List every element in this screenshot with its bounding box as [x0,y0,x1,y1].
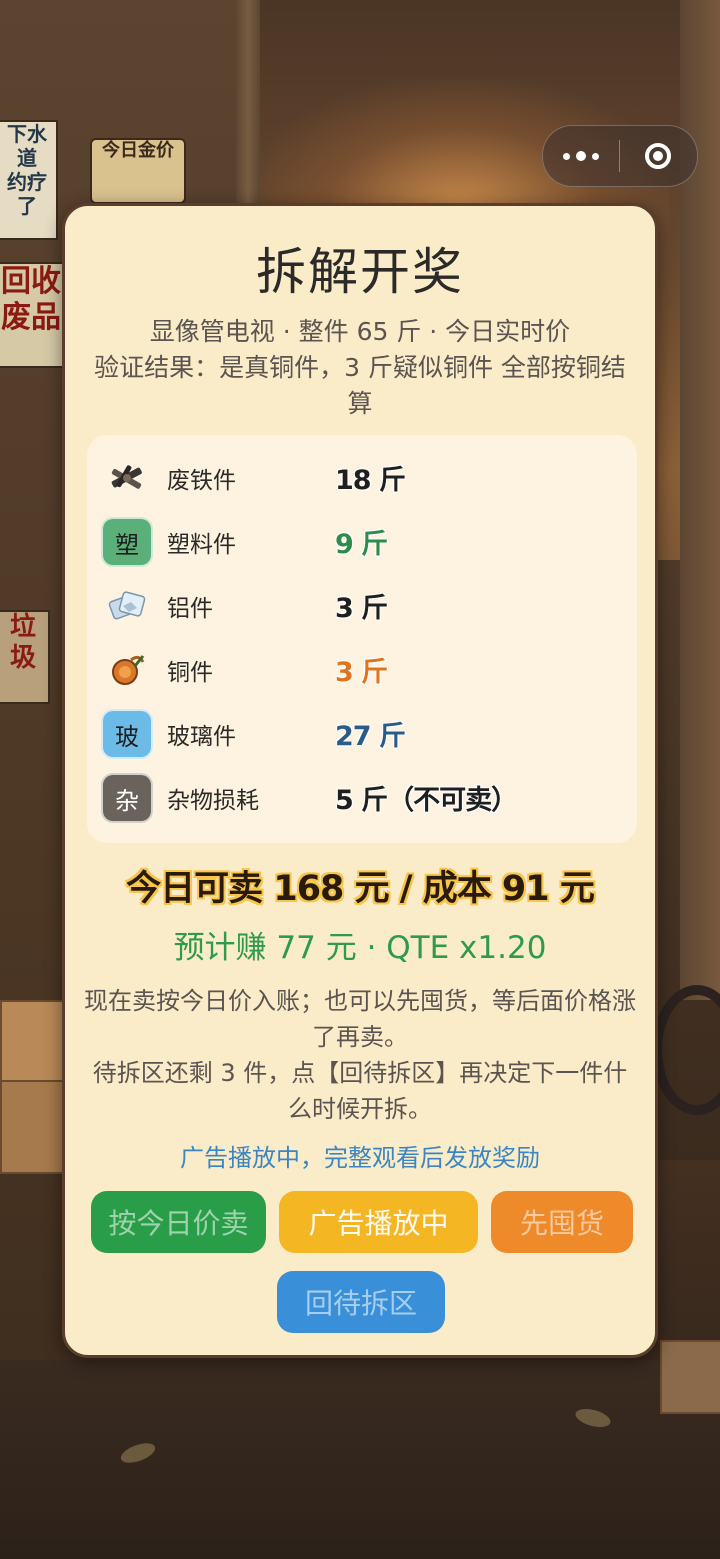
list-item: 废铁件 18 斤 [87,447,637,507]
list-item: 杂 杂物损耗 5 斤（不可卖） [87,767,637,827]
item-amount: 18 斤 [335,465,406,496]
scrap-iron-icon [101,453,153,503]
garbage-sign: 垃圾 [0,610,50,704]
item-name: 杂物损耗 [167,788,259,814]
description-line: 待拆区还剩 3 件，点【回待拆区】再决定下一件什么时候开拆。 [92,1059,628,1123]
item-name: 铝件 [167,596,213,622]
glass-badge-icon: 玻 [101,709,153,759]
aluminum-icon [101,581,153,631]
miniprogram-capsule [542,125,698,187]
subtitle-line: 验证结果：是真铜件，3 斤疑似铜件 全部按铜结算 [94,353,626,418]
item-name: 铜件 [167,660,213,686]
list-item: 塑 塑料件 9 斤 [87,511,637,571]
profit-estimate: 预计赚 77 元 · QTE x1.20 [173,930,547,966]
sewer-sign: 下水道 约疗了 [0,120,58,240]
parts-list: 废铁件 18 斤 塑 塑料件 9 斤 铝件 3 斤 铜件 3 斤 玻 玻璃件 2… [87,435,637,843]
recycle-sign: 回收 废品 [0,262,68,368]
close-circle-icon[interactable] [620,126,696,186]
ad-playing-button[interactable]: 广告播放中 [279,1191,478,1253]
more-dots-icon[interactable] [543,126,619,186]
description-line: 现在卖按今日价入账；也可以先囤货，等后面价格涨了再卖。 [84,987,636,1051]
ground [0,1360,720,1559]
plastic-badge-icon: 塑 [101,517,153,567]
item-name: 玻璃件 [167,724,236,750]
ad-tip: 广告播放中，完整观看后发放奖励 [180,1144,540,1172]
list-item: 铝件 3 斤 [87,575,637,635]
hoard-button[interactable]: 先囤货 [491,1191,633,1253]
item-amount: 27 斤 [335,721,406,752]
dismantle-result-modal: 拆解开奖 显像管电视 · 整件 65 斤 · 今日实时价 验证结果：是真铜件，3… [62,203,658,1358]
sale-summary: 今日可卖 168 元 / 成本 91 元 [126,869,595,909]
list-item: 玻 玻璃件 27 斤 [87,703,637,763]
modal-subtitle: 显像管电视 · 整件 65 斤 · 今日实时价 验证结果：是真铜件，3 斤疑似铜… [85,314,635,422]
back-to-queue-button[interactable]: 回待拆区 [277,1271,445,1333]
cardboard-box [0,1000,66,1086]
item-name: 废铁件 [167,468,236,494]
gold-price-sign: 今日金价 [90,138,186,204]
list-item: 铜件 3 斤 [87,639,637,699]
misc-badge-icon: 杂 [101,773,153,823]
item-name: 塑料件 [167,532,236,558]
copper-icon [101,645,153,695]
item-amount: 9 斤 [335,529,388,560]
item-amount: 5 斤（不可卖） [335,785,518,816]
item-amount: 3 斤 [335,593,388,624]
item-amount: 3 斤 [335,657,388,688]
description: 现在卖按今日价入账；也可以先囤货，等后面价格涨了再卖。 待拆区还剩 3 件，点【… [83,983,637,1127]
subtitle-line: 显像管电视 · 整件 65 斤 · 今日实时价 [149,317,571,346]
sell-today-button[interactable]: 按今日价卖 [91,1191,266,1253]
modal-title: 拆解开奖 [256,243,464,301]
cardboard-box [660,1340,720,1414]
